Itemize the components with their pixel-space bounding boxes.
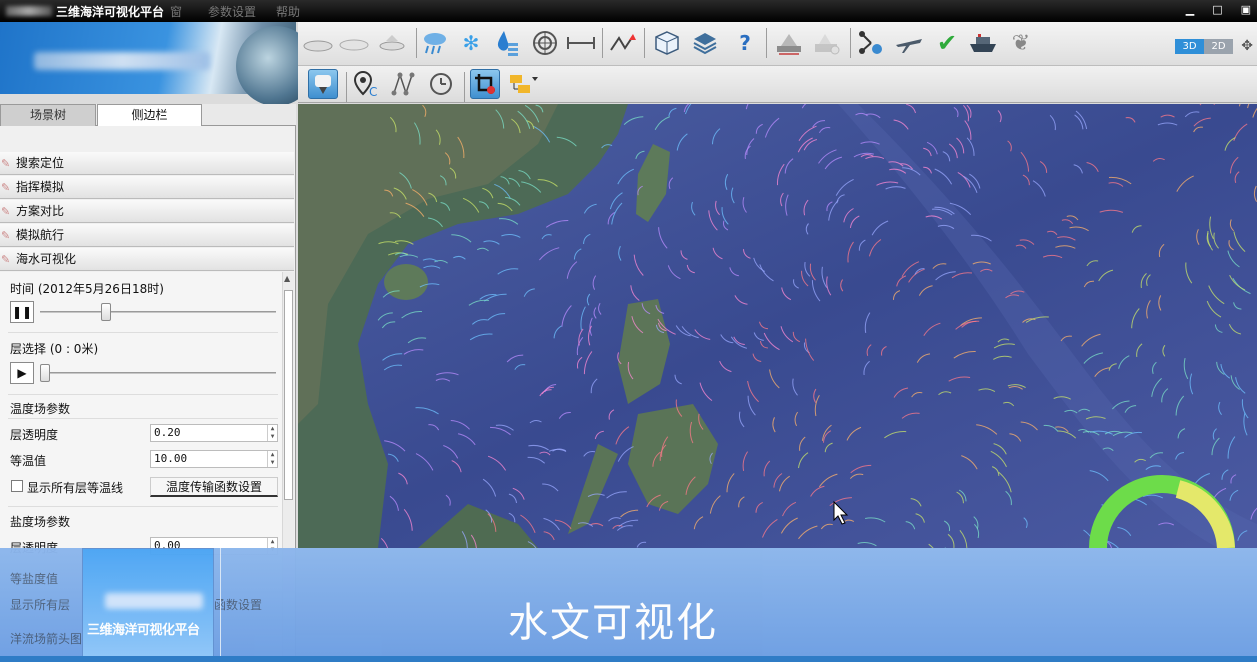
plane-icon[interactable] (894, 28, 924, 58)
route-icon[interactable] (608, 28, 638, 58)
caption-banner: 等盐度值 显示所有层 函数设置 洋流场箭头图 三维海洋可视化平台 水文可视化 (0, 548, 1257, 660)
vessel-icon[interactable] (968, 28, 998, 58)
nav-sea-visualization[interactable]: ✎ 海水可视化 (0, 248, 294, 271)
pencil-icon: ✎ (1, 205, 11, 218)
layer-slider[interactable] (40, 372, 276, 374)
ocean-map-viewport[interactable] (298, 104, 1257, 548)
show-all-isotherms-label: 显示所有层等温线 (27, 481, 124, 495)
time-slider[interactable] (40, 311, 276, 313)
svg-text:C: C (369, 85, 377, 98)
ship-icon[interactable] (812, 28, 842, 58)
time-label: 时间 (2012年5月26日18时) (10, 282, 164, 296)
water-level-icon[interactable] (492, 28, 522, 58)
play-button[interactable]: ▶ (10, 362, 34, 384)
clock-icon[interactable] (426, 69, 456, 99)
tab-scene-tree[interactable]: 场景树 (0, 104, 96, 126)
title-bar: 三维海洋可视化平台 窗口 参数设置 帮助 ▁ □ ▣ (0, 0, 1257, 36)
time-slider-thumb[interactable] (101, 303, 112, 321)
pencil-icon: ✎ (1, 253, 11, 266)
view-2d-button[interactable]: 2D (1204, 39, 1233, 54)
location-c-icon[interactable]: C (352, 69, 382, 99)
folder-tree-icon[interactable] (508, 69, 538, 99)
nav-plan-compare[interactable]: ✎ 方案对比 (0, 200, 294, 223)
secondary-toolbar: C (298, 66, 1257, 103)
salinity-section-title: 盐度场参数 (10, 515, 71, 529)
scrollbar-thumb[interactable] (284, 290, 293, 500)
view-3d-button[interactable]: 3D (1175, 39, 1204, 54)
temperature-iso-input[interactable]: 10.00 ▲ ▼ (150, 450, 278, 468)
cube-icon[interactable] (652, 28, 682, 58)
radar-icon[interactable] (530, 28, 560, 58)
panel-tabs: 场景树 侧边栏 (0, 104, 296, 126)
app-logo-blurred (6, 6, 52, 16)
pause-button[interactable]: ❚❚ (10, 301, 34, 323)
temperature-iso-label: 等温值 (10, 454, 47, 468)
ship-station-icon[interactable] (774, 28, 804, 58)
crop-icon[interactable] (470, 69, 500, 99)
spin-arrows-icon[interactable]: ▲▼ (267, 451, 277, 467)
thumbnail-caption: 三维海洋可视化平台 (87, 623, 200, 638)
snow-icon[interactable]: ✻ (456, 28, 486, 58)
app-title: 三维海洋可视化平台 (56, 5, 165, 19)
pan-icon[interactable]: ✥ (1241, 38, 1253, 54)
temperature-section-title: 温度场参数 (10, 402, 71, 416)
temperature-opacity-input[interactable]: 0.20 ▲ ▼ (150, 424, 278, 442)
scroll-up-icon[interactable]: ▲ (284, 274, 290, 283)
check-icon[interactable]: ✔ (932, 28, 962, 58)
temperature-opacity-label: 层透明度 (10, 428, 59, 442)
nav-sim-navigation[interactable]: ✎ 模拟航行 (0, 224, 294, 247)
current-section-title: 洋流场箭头图 (10, 632, 83, 646)
main-toolbar: ✻ ? ✔ ❦ 3D 2D ✥ (298, 22, 1257, 66)
rain-icon[interactable] (420, 28, 450, 58)
search-locate-icon: ✎ (1, 157, 11, 170)
cloud-icon[interactable] (302, 28, 412, 58)
network-icon[interactable] (388, 69, 418, 99)
platform-thumbnail: 三维海洋可视化平台 (82, 548, 214, 660)
show-all-isotherms-checkbox[interactable] (11, 480, 23, 492)
spin-arrows-icon[interactable]: ▲▼ (267, 425, 277, 441)
pencil-icon: ✎ (1, 229, 11, 242)
layers-icon[interactable] (690, 28, 720, 58)
pick-point-icon[interactable] (308, 69, 338, 99)
banner-caption: 水文可视化 (508, 600, 718, 646)
distance-icon[interactable] (566, 28, 596, 58)
salinity-transfer-button[interactable]: 函数设置 (214, 596, 262, 613)
layer-slider-thumb[interactable] (40, 364, 50, 382)
help-icon[interactable]: ? (730, 28, 760, 58)
temperature-transfer-button[interactable]: 温度传输函数设置 (150, 477, 278, 497)
ocean-current-visualization (298, 104, 1257, 548)
tab-sidebar[interactable]: 侧边栏 (97, 104, 202, 126)
pencil-icon: ✎ (1, 181, 11, 194)
thumbnail-logo-blurred (105, 593, 203, 609)
minimize-button[interactable]: ▁ (1186, 3, 1194, 16)
bottom-strip (0, 656, 1257, 662)
workflow-icon[interactable] (856, 28, 886, 58)
salinity-show-all-label: 显示所有层 (10, 598, 71, 612)
logo-text-blurred (34, 52, 210, 70)
logo-banner (0, 22, 316, 106)
leaf-icon[interactable]: ❦ (1006, 28, 1036, 58)
salinity-iso-label: 等盐度值 (10, 572, 59, 586)
view-mode-toggle: 3D 2D (1175, 39, 1233, 54)
maximize-button[interactable]: □ (1212, 3, 1222, 16)
nav-command-simulation[interactable]: ✎ 指挥模拟 (0, 176, 294, 199)
restore-button[interactable]: ▣ (1241, 3, 1251, 16)
layer-label: 层选择 (0 : 0米) (10, 342, 99, 356)
nav-search-locate[interactable]: ✎ 搜索定位 (0, 152, 294, 175)
window-controls: ▁ □ ▣ (1186, 3, 1251, 16)
